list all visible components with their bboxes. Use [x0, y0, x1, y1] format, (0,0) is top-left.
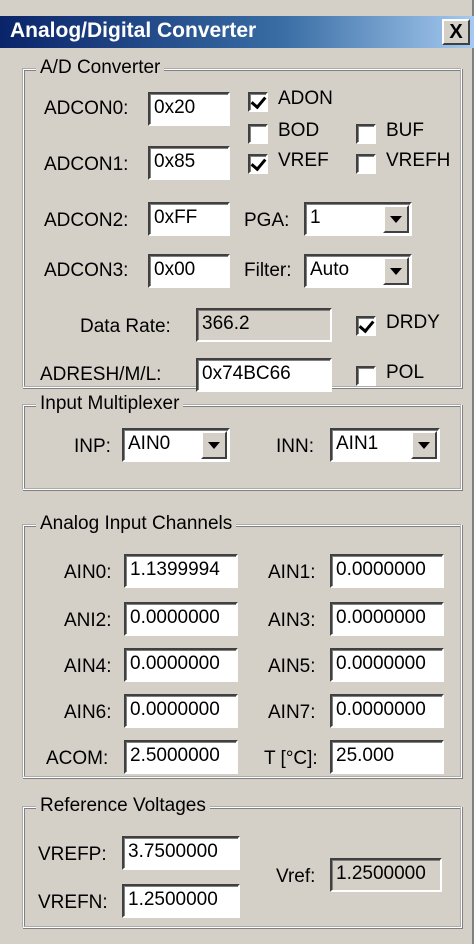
ani2-field[interactable]: 0.0000000	[124, 602, 238, 636]
vrefh-label: VREFH	[386, 150, 451, 171]
inn-label: INN:	[276, 436, 314, 457]
adcon3-label: ADCON3:	[44, 260, 129, 281]
filter-dropdown-arrow-icon[interactable]	[383, 257, 409, 285]
ain5-label: AIN5:	[268, 656, 316, 677]
reference-voltages-group: Reference Voltages VREFP: 3.7500000 VREF…	[22, 795, 462, 928]
data-rate-field: 366.2	[196, 308, 332, 342]
ain3-field[interactable]: 0.0000000	[330, 602, 444, 636]
filter-value: Auto	[310, 259, 350, 280]
pga-value: 1	[310, 207, 321, 228]
pga-label: PGA:	[244, 210, 290, 231]
analog-input-channels-legend: Analog Input Channels	[36, 513, 237, 535]
input-multiplexer-group: Input Multiplexer INP: AIN0 INN: AIN1	[22, 393, 462, 490]
inn-dropdown-arrow-icon[interactable]	[411, 431, 437, 459]
ain1-field[interactable]: 0.0000000	[330, 554, 444, 588]
pol-label: POL	[386, 362, 425, 383]
adcon1-label: ADCON1:	[44, 154, 129, 175]
ani2-label: ANI2:	[64, 610, 112, 631]
temperature-field[interactable]: 25.000	[330, 740, 444, 774]
ain5-field[interactable]: 0.0000000	[330, 648, 444, 682]
ain0-field[interactable]: 1.1399994	[124, 554, 238, 588]
close-button[interactable]: X	[442, 19, 470, 45]
pga-select[interactable]: 1	[304, 202, 412, 236]
ad-converter-group: A/D Converter ADCON0: 0x20 ADCON1: 0x85 …	[22, 57, 462, 392]
window-title: Analog/Digital Converter	[10, 19, 257, 42]
filter-select[interactable]: Auto	[304, 254, 412, 288]
acom-label: ACOM:	[46, 748, 109, 769]
ain0-label: AIN0:	[64, 562, 112, 583]
vref-checkbox[interactable]	[248, 154, 268, 174]
adon-label: ADON	[278, 88, 333, 109]
vref-output-field: 1.2500000	[330, 858, 442, 892]
analog-input-channels-group: Analog Input Channels AIN0: 1.1399994 AI…	[22, 513, 462, 778]
pga-dropdown-arrow-icon[interactable]	[383, 205, 409, 233]
pol-checkbox[interactable]	[356, 366, 376, 386]
bod-label: BOD	[278, 120, 320, 141]
ain7-field[interactable]: 0.0000000	[330, 694, 444, 728]
ain6-label: AIN6:	[64, 702, 112, 723]
ain4-label: AIN4:	[64, 656, 112, 677]
adcon3-field[interactable]: 0x00	[148, 254, 230, 288]
adon-checkbox[interactable]	[248, 92, 268, 112]
drdy-label: DRDY	[386, 312, 440, 333]
inn-select[interactable]: AIN1	[330, 428, 440, 462]
inp-value: AIN0	[128, 433, 171, 454]
drdy-checkbox[interactable]	[356, 316, 376, 336]
vrefn-field[interactable]: 1.2500000	[122, 884, 240, 918]
filter-label: Filter:	[244, 260, 292, 281]
ain1-label: AIN1:	[268, 562, 316, 583]
inp-select[interactable]: AIN0	[122, 428, 230, 462]
vref-label: VREF	[278, 150, 329, 171]
ad-converter-legend: A/D Converter	[36, 57, 165, 79]
title-bar[interactable]: Analog/Digital Converter X	[0, 16, 474, 48]
inp-label: INP:	[74, 436, 111, 457]
bod-checkbox[interactable]	[248, 124, 268, 144]
acom-field[interactable]: 2.5000000	[124, 740, 238, 774]
buf-checkbox[interactable]	[356, 124, 376, 144]
adcon2-field[interactable]: 0xFF	[148, 202, 230, 236]
data-rate-label: Data Rate:	[80, 316, 171, 337]
vrefh-checkbox[interactable]	[356, 154, 376, 174]
inn-value: AIN1	[336, 433, 379, 454]
adc-window: Analog/Digital Converter X A/D Converter…	[0, 0, 474, 944]
ain6-field[interactable]: 0.0000000	[124, 694, 238, 728]
vrefp-field[interactable]: 3.7500000	[122, 836, 240, 870]
adres-field[interactable]: 0x74BC66	[196, 358, 332, 392]
adcon2-label: ADCON2:	[44, 210, 129, 231]
reference-voltages-legend: Reference Voltages	[36, 795, 210, 817]
adres-label: ADRESH/M/L:	[40, 364, 162, 385]
buf-label: BUF	[386, 120, 424, 141]
ain4-field[interactable]: 0.0000000	[124, 648, 238, 682]
vref-output-label: Vref:	[276, 866, 316, 887]
inp-dropdown-arrow-icon[interactable]	[201, 431, 227, 459]
input-multiplexer-legend: Input Multiplexer	[36, 393, 184, 415]
adcon1-field[interactable]: 0x85	[148, 146, 230, 180]
vrefp-label: VREFP:	[38, 844, 107, 865]
adcon0-label: ADCON0:	[44, 98, 129, 119]
temperature-label: T [°C]:	[264, 748, 318, 769]
ain7-label: AIN7:	[268, 702, 316, 723]
ain3-label: AIN3:	[268, 610, 316, 631]
adcon0-field[interactable]: 0x20	[148, 92, 230, 126]
vrefn-label: VREFN:	[38, 892, 108, 913]
